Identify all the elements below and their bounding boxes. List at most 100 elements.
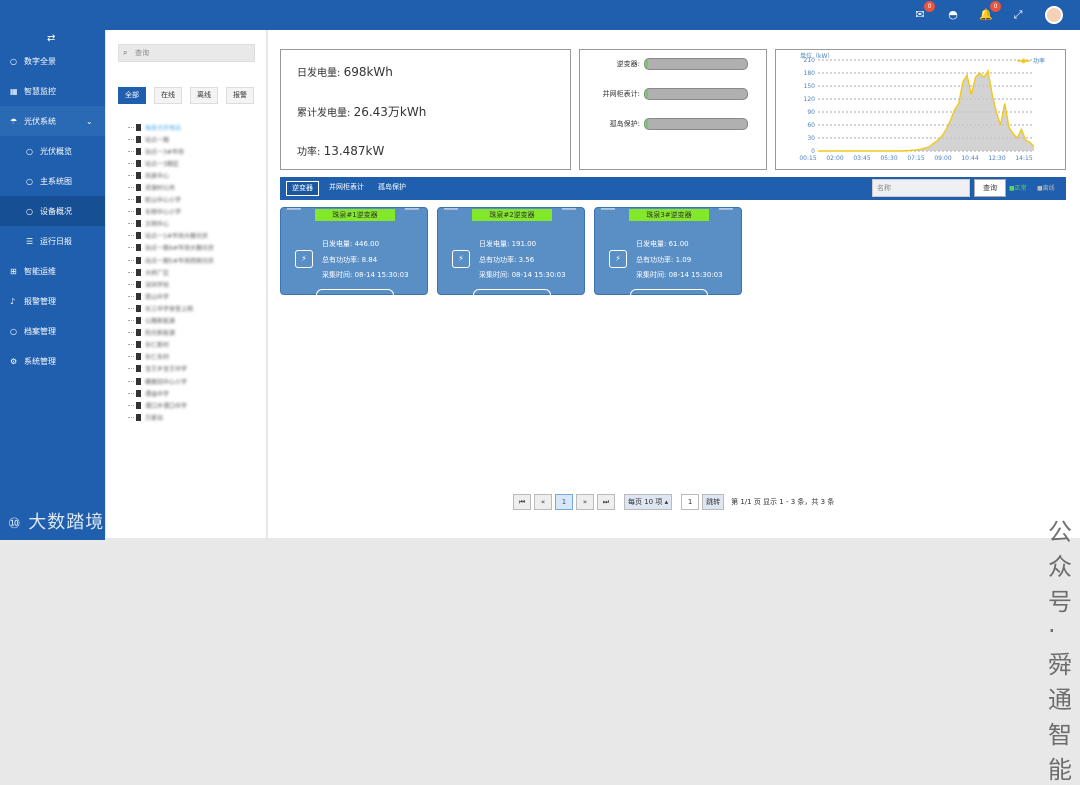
document-icon xyxy=(136,123,141,131)
last-page-button[interactable]: ⏭ xyxy=(597,494,615,510)
fullscreen-icon[interactable]: ⤢ xyxy=(1010,7,1026,23)
sidebar-item-daily-report[interactable]: ☰ 运行日报 xyxy=(0,226,105,256)
tree-node[interactable]: 公路新能源 xyxy=(128,315,258,327)
tree-node[interactable]: 万家站 xyxy=(128,411,258,423)
tree-node[interactable]: 站点一期4#市场大棚光伏 xyxy=(128,242,258,254)
sidebar-toggle-icon[interactable]: ⇄ xyxy=(47,33,55,44)
bell-badge: 0 xyxy=(990,1,1001,12)
dashboard-icon[interactable]: ◓ xyxy=(945,7,961,23)
document-icon xyxy=(136,353,141,361)
tab-meter[interactable]: 并网柜表计 xyxy=(324,181,369,196)
tree-node[interactable]: 宝王乡宝王中学 xyxy=(128,363,258,375)
generation-stats-card: 日发电量: 698kWh 累计发电量: 26.43万kWh 功率: 13.487… xyxy=(280,49,571,170)
station-tree-panel: ⌕ 查询 全部 在线 离线 报警 珠泉光伏电站 站点一期 站点一3#市场 站点一3期区风… xyxy=(106,30,266,538)
tree-node[interactable]: 阳光新能源 xyxy=(128,327,258,339)
tree-node[interactable]: 珠泉光伏电站 xyxy=(128,121,258,133)
tree-node[interactable]: 蝶屋四中心小学 xyxy=(128,375,258,387)
tree-node[interactable]: 东仁东村 xyxy=(128,351,258,363)
sidebar-item-system[interactable]: ⚙ 系统管理 xyxy=(0,346,105,376)
x-tick-label: 09:00 xyxy=(934,155,951,162)
query-button[interactable]: 查询 xyxy=(974,179,1006,197)
inverter-card[interactable]: ▔▔▔ ▔▔▔ 珠泉#2逆变器 ⚡ 日发电量: 191.00 总有功功率: 3.56 采集时… xyxy=(437,207,585,295)
inverter-power: 总有功功率: 1.09 xyxy=(636,256,692,264)
series-area xyxy=(818,70,1034,151)
mail-icon[interactable]: ✉ 0 xyxy=(912,1,935,23)
tab-island[interactable]: 孤岛保护 xyxy=(373,181,411,196)
tree-node[interactable]: 文明中心 xyxy=(128,218,258,230)
tree-node[interactable]: 东侧中心小学 xyxy=(128,206,258,218)
document-icon xyxy=(136,304,141,312)
filter-all-button[interactable]: 全部 xyxy=(118,87,146,104)
tree-node[interactable]: 蛇山中心小学 xyxy=(128,194,258,206)
document-icon xyxy=(136,280,141,288)
tree-node[interactable]: 大桥厂区 xyxy=(128,266,258,278)
tree-node[interactable]: 莲山中学 xyxy=(128,290,258,302)
document-icon xyxy=(136,413,141,421)
inverter-card[interactable]: ▔▔▔ ▔▔▔ 珠泉3#逆变器 ⚡ 日发电量: 61.00 总有功功率: 1.09 采集时间… xyxy=(594,207,742,295)
device-tab-bar: 逆变器 并网柜表计 孤岛保护 名称 查询 ■正常 ■离线 xyxy=(280,177,1066,200)
y-tick-label: 0 xyxy=(811,148,815,155)
inverter-card[interactable]: ▔▔▔ ▔▔▔ 珠泉#1逆变器 ⚡ 日发电量: 446.00 总有功功率: 8.84 采集时… xyxy=(280,207,428,295)
prev-page-button[interactable]: « xyxy=(534,494,552,510)
y-tick-label: 60 xyxy=(807,122,815,129)
document-icon xyxy=(136,329,141,337)
sidebar-item-archive[interactable]: ○ 档案管理 xyxy=(0,316,105,346)
document-icon xyxy=(136,389,141,397)
status-row-inverter: 逆变器: xyxy=(588,58,748,70)
chevron-down-icon: ⌄ xyxy=(86,116,93,126)
inverter-daily: 日发电量: 191.00 xyxy=(479,240,537,248)
bell-icon: ♪ xyxy=(10,296,16,306)
avatar[interactable] xyxy=(1045,6,1063,24)
document-icon xyxy=(136,232,141,240)
tree-node[interactable]: 谭口乡谭口中学 xyxy=(128,399,258,411)
watermark-logo: ⑩ 大数踏境 xyxy=(8,512,105,533)
first-page-button[interactable]: ⏮ xyxy=(513,494,531,510)
filter-alarm-button[interactable]: 报警 xyxy=(226,87,254,104)
pagination: ⏮ « 1 » ⏭ 每页 10 项 ▴ 1 跳转 第 1/1 页 显示 1 - … xyxy=(513,494,834,510)
sidebar-item-panorama[interactable]: ○ 数字全景 xyxy=(0,46,105,76)
sidebar-item-device-overview[interactable]: ○ 设备概况 xyxy=(0,196,105,226)
tree-node[interactable]: 东仁新村 xyxy=(128,339,258,351)
watermark-text: 公众号 · 舜通智能 xyxy=(1048,518,1073,784)
goto-page-input[interactable]: 1 xyxy=(681,494,700,510)
per-page-select[interactable]: 每页 10 项 ▴ xyxy=(624,494,673,510)
y-tick-label: 30 xyxy=(807,135,815,142)
sidebar-item-maintenance[interactable]: ⊞ 智能运维 xyxy=(0,256,105,286)
inverter-power: 总有功功率: 8.84 xyxy=(322,256,378,264)
sidebar-item-pv-overview[interactable]: ○ 光伏概览 xyxy=(0,136,105,166)
tree-node[interactable]: 谭庙中学 xyxy=(128,387,258,399)
tree-node[interactable]: 长三中学食堂上网 xyxy=(128,302,258,314)
inverter-title: 珠泉#1逆变器 xyxy=(315,209,395,221)
umbrella-icon: ☂ xyxy=(10,116,18,126)
tab-inverter[interactable]: 逆变器 xyxy=(286,181,319,196)
bell-icon[interactable]: 🔔 0 xyxy=(978,1,1001,23)
legend-marker xyxy=(1021,58,1026,64)
tree-node[interactable]: 站点一1#市场大棚光伏 xyxy=(128,230,258,242)
circle-icon: ○ xyxy=(10,56,17,66)
filter-online-button[interactable]: 在线 xyxy=(154,87,182,104)
tree-node[interactable]: 资源村公共 xyxy=(128,181,258,193)
next-page-button[interactable]: » xyxy=(576,494,594,510)
sidebar-item-monitor[interactable]: ▦ 智慧监控 xyxy=(0,76,105,106)
tree-node[interactable]: 深圳学校 xyxy=(128,278,258,290)
x-tick-label: 12:30 xyxy=(988,155,1005,162)
tree-node[interactable]: 站点一期 xyxy=(128,133,258,145)
tree-search-input[interactable]: ⌕ 查询 xyxy=(118,44,255,62)
filter-offline-button[interactable]: 离线 xyxy=(190,87,218,104)
x-tick-label: 03:45 xyxy=(853,155,870,162)
circle-icon: ○ xyxy=(10,326,17,336)
sidebar-item-main-diagram[interactable]: ○ 主系统图 xyxy=(0,166,105,196)
pagination-info: 第 1/1 页 显示 1 - 3 条，共 3 条 xyxy=(731,498,835,506)
sidebar-item-alarm[interactable]: ♪ 报警管理 xyxy=(0,286,105,316)
tree-node[interactable]: 站点一3#市场 xyxy=(128,145,258,157)
jump-button[interactable]: 跳转 xyxy=(702,494,725,510)
x-tick-label: 10:44 xyxy=(961,155,978,162)
sidebar: ⇄ ○ 数字全景 ▦ 智慧监控 ☂ 光伏系统 ⌄ ○ 光伏概览 ○ 主系统图 ○ 设备概况 ☰… xyxy=(0,30,105,540)
tree-node[interactable]: 站点一期5#市场西侧光伏 xyxy=(128,254,258,266)
tree-node[interactable]: 风景中心 xyxy=(128,169,258,181)
device-name-input[interactable]: 名称 xyxy=(872,179,970,197)
tree-node[interactable]: 站点一3期区 xyxy=(128,157,258,169)
page-number-button[interactable]: 1 xyxy=(555,494,573,510)
sitemap-icon: ⊞ xyxy=(10,266,17,276)
sidebar-item-pv-system[interactable]: ☂ 光伏系统 ⌄ xyxy=(0,106,105,136)
